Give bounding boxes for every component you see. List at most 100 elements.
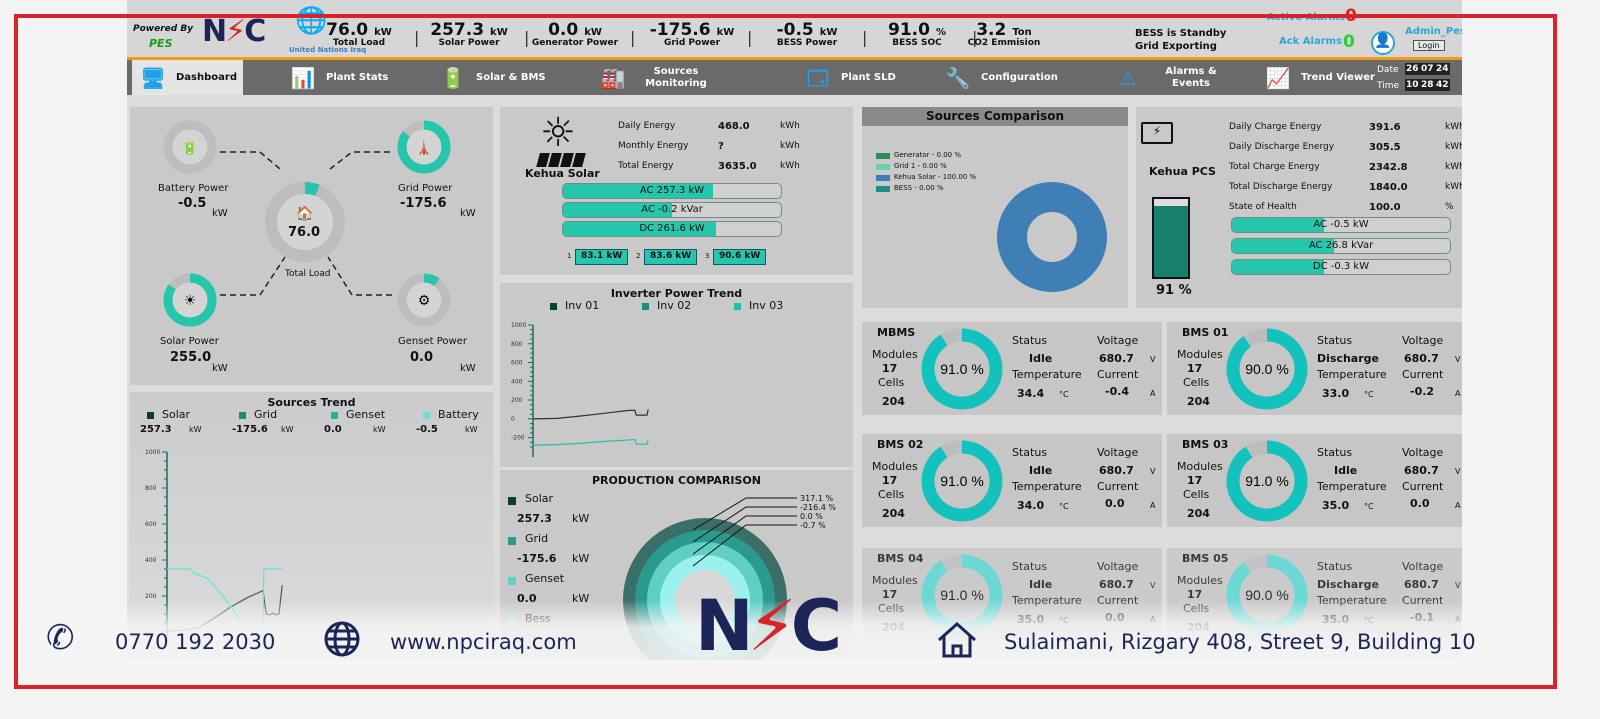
temperature-unit: °C bbox=[1364, 502, 1374, 511]
pcs-name: Kehua PCS bbox=[1149, 165, 1216, 178]
nav-plant-stats[interactable]: 📊 Plant Stats bbox=[282, 60, 394, 95]
current-unit: A bbox=[1150, 389, 1156, 398]
active-alarms-label[interactable]: Active Alarms bbox=[1267, 12, 1345, 23]
y-tick-label: 200 bbox=[145, 593, 157, 600]
power-flow-panel: 🔋 🗼 🏠 ☀ ⚙ Battery Power -0.5 kW Grid Pow… bbox=[130, 107, 493, 385]
footer-phone[interactable]: 0770 192 2030 bbox=[115, 630, 275, 654]
bar-label: AC 257.3 kW bbox=[639, 185, 705, 196]
modules-value: 17 bbox=[1187, 474, 1203, 487]
voltage-unit: V bbox=[1455, 355, 1461, 364]
nav-label: Solar & BMS bbox=[476, 71, 546, 83]
solar-power-label: Solar Power bbox=[160, 336, 219, 347]
nav-configuration[interactable]: 🔧 Configuration bbox=[937, 60, 1064, 95]
voltage-unit: V bbox=[1455, 581, 1461, 590]
nav-label: Trend Viewer bbox=[1301, 71, 1375, 83]
battery-power-value: -0.5 bbox=[178, 196, 207, 211]
grid-power-label: Grid Power bbox=[398, 183, 453, 194]
bms-card[interactable]: BMS 02 Modules 17 Cells 204 91.0 % Statu… bbox=[862, 434, 1162, 527]
sources-icon: 🏭 bbox=[600, 65, 626, 90]
pcs-row-label: Daily Charge Energy bbox=[1229, 122, 1322, 132]
pcs-soc-fill bbox=[1154, 206, 1188, 277]
status-label: Status bbox=[1317, 560, 1353, 573]
npc-logo: N⚡C bbox=[202, 14, 266, 49]
voltage-value: 680.7 bbox=[1404, 464, 1439, 477]
battery-icon: ⚡ bbox=[1141, 122, 1173, 144]
solar-power-bar: AC 257.3 kW bbox=[562, 183, 782, 199]
legend-value: 257.3 bbox=[140, 424, 172, 435]
solar-row-value: ? bbox=[718, 141, 724, 152]
status-label: Status bbox=[1317, 334, 1353, 347]
kpi-value: 0.0 bbox=[548, 20, 579, 40]
kpi-solar-power: 257.3 kW Solar Power bbox=[409, 20, 529, 48]
modules-value: 17 bbox=[882, 474, 898, 487]
kpi-unit: kW bbox=[716, 27, 735, 38]
bms-status: Idle bbox=[1029, 352, 1053, 365]
date-digit: 24 bbox=[1435, 63, 1450, 75]
current-label: Current bbox=[1402, 368, 1444, 381]
legend-unit: kW bbox=[373, 425, 386, 434]
solar-power-value: 255.0 bbox=[170, 350, 212, 365]
bms-soc-text: 91.0 % bbox=[940, 473, 984, 489]
solar-power-bar: DC 261.6 kW bbox=[562, 221, 782, 237]
legend-unit: kW bbox=[281, 425, 294, 434]
nav-alarms-events[interactable]: ⚠ Alarms & Events bbox=[1107, 60, 1237, 95]
kpi-total-load: 76.0 kW Total Load bbox=[299, 20, 419, 48]
ack-alarms-label[interactable]: Ack Alarms bbox=[1279, 36, 1342, 47]
voltage-unit: V bbox=[1150, 581, 1156, 590]
y-tick-label: 400 bbox=[511, 378, 523, 385]
bms-card[interactable]: BMS 03 Modules 17 Cells 204 91.0 % Statu… bbox=[1167, 434, 1462, 527]
inverter-trend-chart: 1000 800 600 400 200 0 -200 bbox=[511, 322, 649, 457]
bms-status: Idle bbox=[1029, 464, 1053, 477]
pcs-row-unit: % bbox=[1445, 202, 1454, 212]
kpi-unit: kW bbox=[374, 27, 392, 38]
footer-website[interactable]: www.npciraq.com bbox=[390, 630, 577, 654]
legend-label: Inv 01 bbox=[565, 299, 600, 312]
bms-card[interactable]: MBMS Modules 17 Cells 204 91.0 % Status … bbox=[862, 322, 1162, 415]
wrench-gear-icon: 🔧 bbox=[945, 65, 971, 90]
sources-donut-chart bbox=[997, 182, 1107, 292]
pcs-row-value: 305.5 bbox=[1369, 142, 1401, 153]
cells-value: 204 bbox=[882, 507, 905, 520]
modules-label: Modules bbox=[1177, 460, 1223, 473]
legend-value: 0.0 bbox=[324, 424, 342, 435]
legend-label: Genset bbox=[346, 408, 386, 421]
nav-solar-bms[interactable]: 🔋 Solar & BMS bbox=[432, 60, 552, 95]
kpi-bess-power: -0.5 kW BESS Power bbox=[747, 20, 867, 48]
header: Powered By PES N⚡C 🌐 United Nations Iraq… bbox=[127, 0, 1462, 60]
nav-label: Plant Stats bbox=[326, 71, 389, 83]
svg-text:☀: ☀ bbox=[184, 293, 197, 309]
user-avatar-icon[interactable]: 👤 bbox=[1371, 31, 1395, 55]
battery-flow-donut: 🔋 bbox=[163, 120, 217, 174]
nav-label: Dashboard bbox=[176, 71, 237, 83]
bms-soc-text: 90.0 % bbox=[1245, 361, 1289, 377]
modules-value: 17 bbox=[882, 362, 898, 375]
kpi-grid-power: -175.6 kW Grid Power bbox=[632, 20, 752, 48]
solar-row-label: Total Energy bbox=[618, 161, 674, 171]
bms-status: Idle bbox=[1029, 578, 1053, 591]
temperature-value: 34.4 bbox=[1017, 387, 1045, 400]
total-load-donut: 🏠 bbox=[265, 182, 345, 262]
legend-swatch bbox=[876, 153, 890, 159]
legend-label: Inv 02 bbox=[657, 299, 692, 312]
voltage-value: 680.7 bbox=[1099, 578, 1134, 591]
bar-label: AC -0.5 kW bbox=[1313, 219, 1369, 230]
solar-row-value: 468.0 bbox=[718, 121, 750, 132]
cells-label: Cells bbox=[878, 488, 905, 501]
total-load-value: 76.0 bbox=[288, 225, 321, 240]
login-button[interactable]: Login bbox=[1413, 40, 1445, 51]
date-digit: 26 bbox=[1405, 63, 1420, 75]
cells-value: 204 bbox=[1187, 395, 1210, 408]
nav-trend-viewer[interactable]: 📈 Trend Viewer bbox=[1257, 60, 1381, 95]
voltage-unit: V bbox=[1455, 467, 1461, 476]
pcs-row-label: State of Health bbox=[1229, 202, 1297, 212]
kpi-value: 91.0 bbox=[888, 20, 930, 40]
bms-card[interactable]: BMS 01 Modules 17 Cells 204 90.0 % Statu… bbox=[1167, 322, 1462, 415]
nav-sources-monitoring[interactable]: 🏭 Sources Monitoring bbox=[592, 60, 722, 95]
nav-dashboard[interactable]: 🖥 Dashboard bbox=[132, 60, 243, 95]
genset-power-label: Genset Power bbox=[398, 336, 467, 347]
voltage-value: 680.7 bbox=[1099, 352, 1134, 365]
y-tick-label: 1000 bbox=[511, 322, 526, 329]
pcs-soc-gauge bbox=[1152, 197, 1190, 279]
pcs-power-bar: AC -0.5 kW bbox=[1231, 217, 1451, 233]
nav-plant-sld[interactable]: 🗔 Plant SLD bbox=[797, 60, 902, 95]
